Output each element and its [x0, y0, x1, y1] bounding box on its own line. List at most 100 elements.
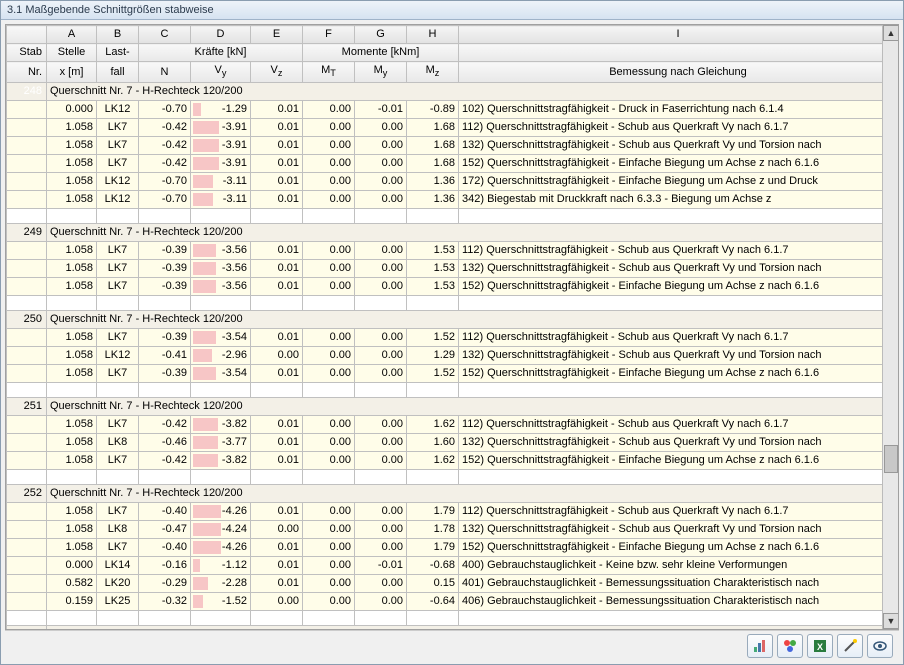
cell[interactable]: 0.00: [303, 329, 355, 347]
cell[interactable]: 1.53: [407, 278, 459, 296]
vy-cell[interactable]: -4.26: [191, 539, 251, 557]
cell[interactable]: -0.70: [139, 101, 191, 119]
cell[interactable]: 0.00: [355, 242, 407, 260]
col-A[interactable]: A: [47, 26, 97, 44]
cell[interactable]: -0.41: [139, 347, 191, 365]
cell[interactable]: 0.00: [355, 137, 407, 155]
cell[interactable]: 0.01: [251, 155, 303, 173]
cell[interactable]: 0.00: [303, 191, 355, 209]
cell[interactable]: 0.00: [303, 503, 355, 521]
cell[interactable]: 0.01: [251, 260, 303, 278]
cell[interactable]: 0.00: [303, 173, 355, 191]
vy-cell[interactable]: -1.52: [191, 593, 251, 611]
cell[interactable]: -0.46: [139, 434, 191, 452]
design-text-cell[interactable]: 132) Querschnittstragfähigkeit - Schub a…: [459, 137, 898, 155]
cell[interactable]: 0.01: [251, 101, 303, 119]
cell[interactable]: LK7: [97, 503, 139, 521]
cell[interactable]: 0.00: [355, 521, 407, 539]
filter-button[interactable]: [777, 634, 803, 658]
cell[interactable]: 0.01: [251, 242, 303, 260]
cell[interactable]: 0.00: [355, 119, 407, 137]
cell[interactable]: 0.00: [303, 101, 355, 119]
cell[interactable]: -0.68: [407, 557, 459, 575]
cell[interactable]: 1.79: [407, 539, 459, 557]
cell[interactable]: 0.01: [251, 434, 303, 452]
design-text-cell[interactable]: 112) Querschnittstragfähigkeit - Schub a…: [459, 503, 898, 521]
row-header-cell[interactable]: [7, 137, 47, 155]
cell[interactable]: 1.058: [47, 137, 97, 155]
table-row[interactable]: 1.058LK7-0.39-3.560.010.000.001.53152) Q…: [7, 278, 898, 296]
design-text-cell[interactable]: 132) Querschnittstragfähigkeit - Schub a…: [459, 521, 898, 539]
section-header-row[interactable]: 252Querschnitt Nr. 7 - H-Rechteck 120/20…: [7, 485, 898, 503]
cell[interactable]: 1.058: [47, 260, 97, 278]
table-row[interactable]: 1.058LK7-0.39-3.540.010.000.001.52152) Q…: [7, 365, 898, 383]
vy-cell[interactable]: -3.82: [191, 416, 251, 434]
table-row[interactable]: 1.058LK7-0.42-3.820.010.000.001.62112) Q…: [7, 416, 898, 434]
cell[interactable]: 0.01: [251, 173, 303, 191]
design-text-cell[interactable]: 152) Querschnittstragfähigkeit - Einfach…: [459, 278, 898, 296]
cell[interactable]: LK8: [97, 434, 139, 452]
cell[interactable]: 0.01: [251, 137, 303, 155]
col-C[interactable]: C: [139, 26, 191, 44]
graph-button[interactable]: [747, 634, 773, 658]
view-button[interactable]: [867, 634, 893, 658]
vy-cell[interactable]: -3.91: [191, 137, 251, 155]
cell[interactable]: 0.00: [303, 521, 355, 539]
cell[interactable]: 1.53: [407, 242, 459, 260]
cell[interactable]: 0.00: [355, 347, 407, 365]
cell[interactable]: 0.00: [355, 593, 407, 611]
cell[interactable]: LK8: [97, 521, 139, 539]
cell[interactable]: -0.39: [139, 365, 191, 383]
section-header-row[interactable]: 249Querschnitt Nr. 7 - H-Rechteck 120/20…: [7, 224, 898, 242]
cell[interactable]: LK7: [97, 416, 139, 434]
cell[interactable]: 0.01: [251, 575, 303, 593]
cell[interactable]: LK12: [97, 101, 139, 119]
design-text-cell[interactable]: 112) Querschnittstragfähigkeit - Schub a…: [459, 416, 898, 434]
cell[interactable]: -0.39: [139, 278, 191, 296]
vy-cell[interactable]: -3.77: [191, 434, 251, 452]
cell[interactable]: -0.42: [139, 452, 191, 470]
cell[interactable]: 0.00: [355, 539, 407, 557]
col-E[interactable]: E: [251, 26, 303, 44]
cell[interactable]: 1.79: [407, 503, 459, 521]
cell[interactable]: -0.01: [355, 101, 407, 119]
cell[interactable]: 1.058: [47, 278, 97, 296]
cell[interactable]: 0.00: [355, 575, 407, 593]
cell[interactable]: 1.058: [47, 539, 97, 557]
vy-cell[interactable]: -1.12: [191, 557, 251, 575]
cell[interactable]: 0.01: [251, 119, 303, 137]
design-text-cell[interactable]: 400) Gebrauchstauglichkeit - Keine bzw. …: [459, 557, 898, 575]
cell[interactable]: -0.01: [355, 557, 407, 575]
row-header-cell[interactable]: [7, 173, 47, 191]
stab-number-cell[interactable]: 250: [7, 311, 47, 329]
wand-button[interactable]: [837, 634, 863, 658]
col-I[interactable]: I: [459, 26, 898, 44]
cell[interactable]: 0.00: [355, 260, 407, 278]
cell[interactable]: -0.16: [139, 557, 191, 575]
table-row[interactable]: 0.159LK25-0.32-1.520.000.000.00-0.64406)…: [7, 593, 898, 611]
section-header-row[interactable]: 250Querschnitt Nr. 7 - H-Rechteck 120/20…: [7, 311, 898, 329]
table-row[interactable]: 1.058LK8-0.47-4.240.000.000.001.78132) Q…: [7, 521, 898, 539]
cell[interactable]: 0.00: [251, 521, 303, 539]
table-row[interactable]: 1.058LK8-0.46-3.770.010.000.001.60132) Q…: [7, 434, 898, 452]
cell[interactable]: 1.52: [407, 329, 459, 347]
row-header-cell[interactable]: [7, 329, 47, 347]
design-text-cell[interactable]: 102) Querschnittstragfähigkeit - Druck i…: [459, 101, 898, 119]
cell[interactable]: 0.000: [47, 101, 97, 119]
cell[interactable]: 0.00: [355, 191, 407, 209]
cell[interactable]: 0.00: [303, 365, 355, 383]
cell[interactable]: -0.42: [139, 137, 191, 155]
stab-number-cell[interactable]: 253: [7, 626, 47, 630]
cell[interactable]: 0.00: [303, 155, 355, 173]
table-row[interactable]: 1.058LK7-0.40-4.260.010.000.001.79112) Q…: [7, 503, 898, 521]
cell[interactable]: 0.159: [47, 593, 97, 611]
cell[interactable]: -0.39: [139, 329, 191, 347]
cell[interactable]: 0.00: [251, 593, 303, 611]
cell[interactable]: LK7: [97, 365, 139, 383]
design-text-cell[interactable]: 342) Biegestab mit Druckkraft nach 6.3.3…: [459, 191, 898, 209]
cell[interactable]: 1.058: [47, 155, 97, 173]
vy-cell[interactable]: -3.54: [191, 365, 251, 383]
table-row[interactable]: 1.058LK7-0.39-3.560.010.000.001.53112) Q…: [7, 242, 898, 260]
cell[interactable]: 0.01: [251, 365, 303, 383]
design-text-cell[interactable]: 132) Querschnittstragfähigkeit - Schub a…: [459, 347, 898, 365]
